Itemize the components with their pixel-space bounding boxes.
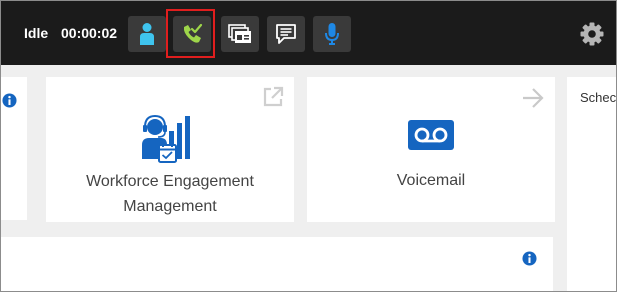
card-title: Workforce Engagement Management xyxy=(86,173,254,215)
windows-icon xyxy=(228,24,251,43)
info-icon[interactable] xyxy=(522,251,537,266)
external-link-icon[interactable] xyxy=(262,86,284,108)
agent-button[interactable] xyxy=(128,16,166,52)
schedule-card[interactable]: Schec xyxy=(567,77,616,291)
left-card-partial xyxy=(1,77,27,220)
agent-status-label: Idle xyxy=(24,25,49,41)
microphone-button[interactable] xyxy=(313,16,351,52)
workforce-engagement-icon xyxy=(142,114,190,163)
info-icon[interactable] xyxy=(2,93,17,108)
card-title: Voicemail xyxy=(396,172,466,189)
arrow-right-icon[interactable] xyxy=(521,87,545,109)
chat-button[interactable] xyxy=(267,16,305,52)
voicemail-icon xyxy=(408,120,454,150)
chat-icon xyxy=(276,24,296,44)
top-toolbar: Idle 00:00:02 xyxy=(1,1,616,65)
person-icon xyxy=(140,23,154,45)
app-frame: Idle 00:00:02 Workforce Engagement Manag… xyxy=(0,0,617,292)
schedule-label: Schec xyxy=(580,90,617,105)
bottom-panel xyxy=(1,237,553,291)
gear-icon[interactable] xyxy=(578,20,606,48)
status-timer: 00:00:02 xyxy=(61,25,118,41)
highlight-box xyxy=(166,9,215,58)
workforce-engagement-card[interactable]: Workforce Engagement Management xyxy=(46,77,294,222)
media-button[interactable] xyxy=(221,16,259,52)
voicemail-card[interactable]: Voicemail xyxy=(307,77,555,222)
microphone-icon xyxy=(325,23,339,45)
